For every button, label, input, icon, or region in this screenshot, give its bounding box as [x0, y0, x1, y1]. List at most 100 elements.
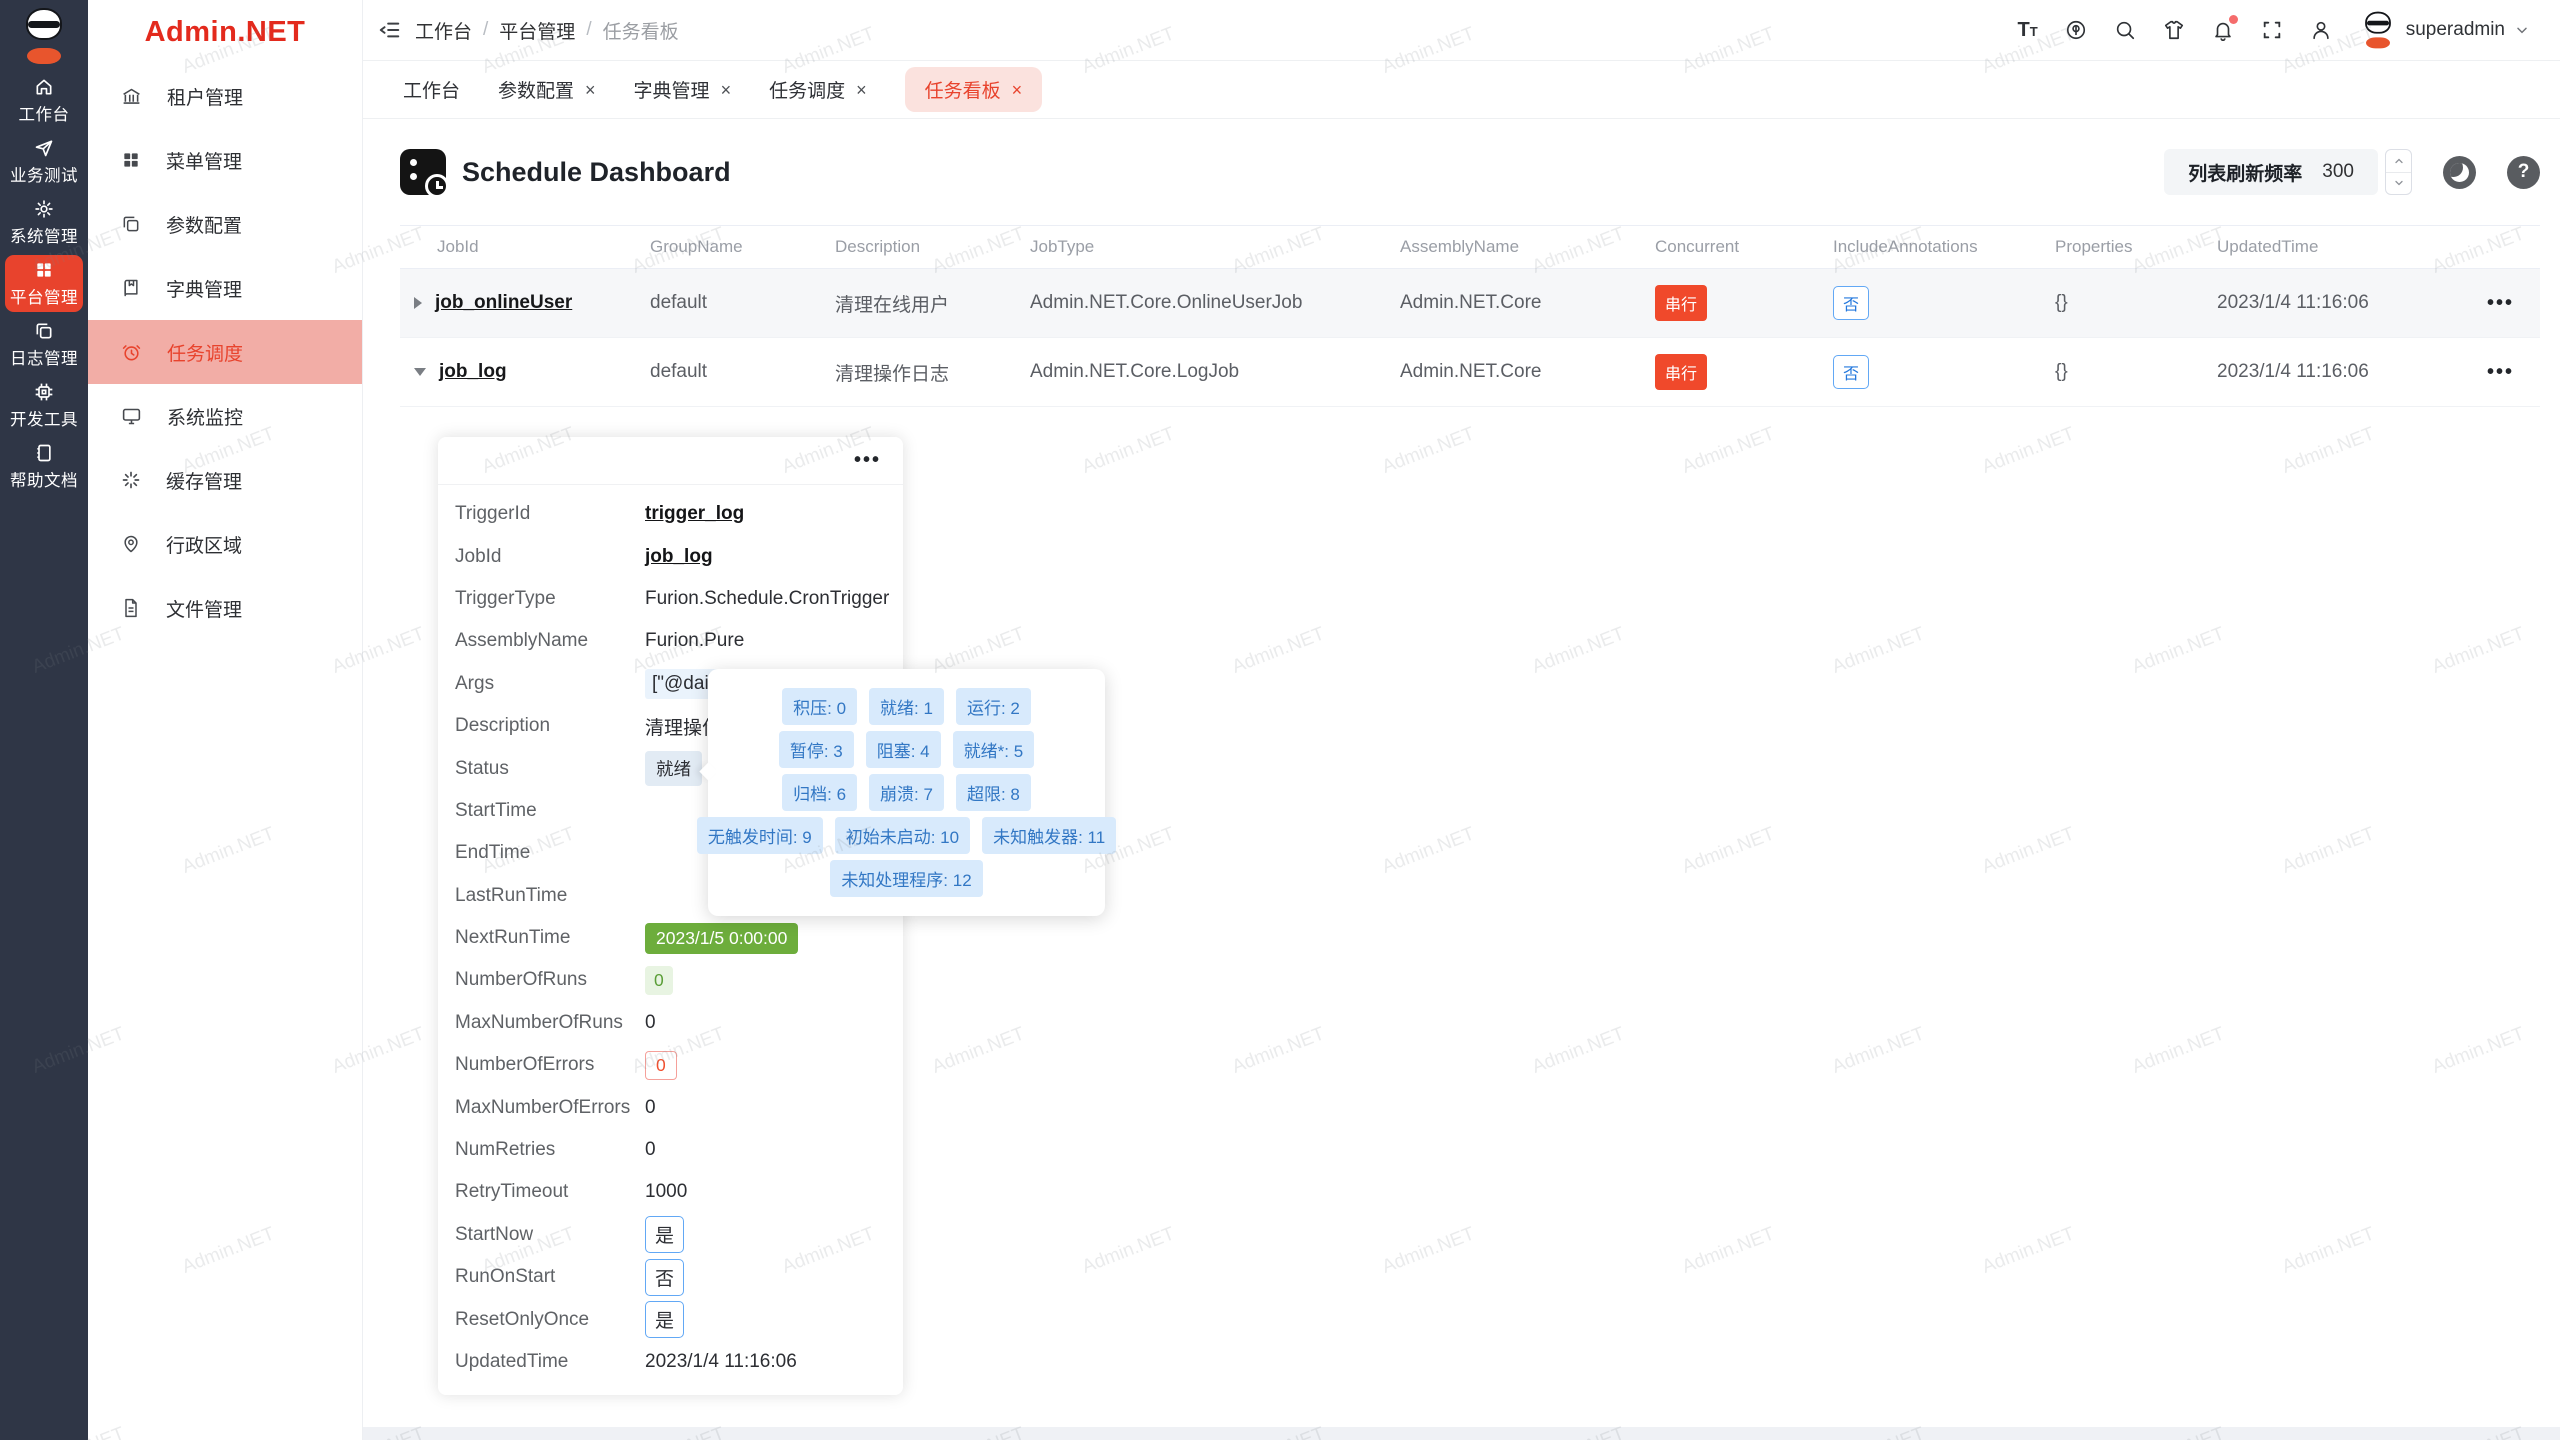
stepper-down-icon[interactable] — [2386, 172, 2411, 195]
copy-docs-icon — [121, 214, 141, 234]
table-row: job_log default 清理操作日志 Admin.NET.Core.Lo… — [400, 338, 2540, 407]
menu-item-param-config[interactable]: 参数配置 — [88, 192, 362, 256]
username: superadmin — [2406, 19, 2505, 41]
notification-bell-icon[interactable] — [2212, 19, 2234, 41]
menu-item-dict-mgmt[interactable]: 字典管理 — [88, 256, 362, 320]
notebook-icon — [121, 278, 141, 298]
refresh-rate-input[interactable]: 列表刷新频率 300 — [2164, 149, 2378, 195]
cell-properties: {} — [2055, 361, 2217, 383]
card-more-icon[interactable]: ••• — [854, 449, 881, 472]
menu-item-task-schedule[interactable]: 任务调度 — [88, 320, 362, 384]
cell-group: default — [650, 292, 835, 314]
close-icon[interactable]: × — [721, 81, 732, 99]
horizontal-scrollbar-track[interactable] — [363, 1427, 2560, 1440]
sidebar-item-business-test[interactable]: 业务测试 — [5, 133, 83, 190]
col-header: Properties — [2055, 237, 2217, 257]
job-link[interactable]: job_onlineUser — [435, 292, 572, 314]
breadcrumb: 工作台 / 平台管理 / 任务看板 — [415, 17, 679, 44]
cpu-icon — [34, 382, 54, 402]
status-legend-badge: 阻塞: 4 — [866, 731, 941, 768]
col-header: UpdatedTime — [2217, 237, 2455, 257]
sidebar-item-logs[interactable]: 日志管理 — [5, 316, 83, 373]
mascot-logo-icon — [18, 8, 70, 64]
status-legend-badge: 无触发时间: 9 — [697, 817, 823, 854]
detail-row: MaxNumberOfRuns0 — [438, 1002, 903, 1044]
person-icon[interactable] — [2310, 19, 2332, 41]
user-menu[interactable]: superadmin — [2359, 10, 2530, 50]
include-annotations-tag: 否 — [1833, 286, 1869, 320]
language-icon[interactable] — [2065, 19, 2087, 41]
detail-row: ResetOnlyOnce是 — [438, 1298, 903, 1340]
tab-task-schedule[interactable]: 任务调度× — [769, 76, 867, 103]
breadcrumb-item[interactable]: 平台管理 — [499, 17, 575, 44]
runs-badge: 0 — [645, 966, 673, 995]
location-pin-icon — [121, 534, 141, 554]
fullscreen-icon[interactable] — [2261, 19, 2283, 41]
menu-item-cache-mgmt[interactable]: 缓存管理 — [88, 448, 362, 512]
close-icon[interactable]: × — [585, 81, 596, 99]
detail-row: NextRunTime2023/1/5 0:00:00 — [438, 917, 903, 959]
next-run-badge: 2023/1/5 0:00:00 — [645, 923, 798, 954]
row-more-icon[interactable]: ••• — [2487, 361, 2514, 383]
menu-fold-icon[interactable] — [373, 13, 407, 47]
cell-assembly: Admin.NET.Core — [1400, 361, 1655, 383]
detail-row: AssemblyNameFurion.Pure — [438, 620, 903, 662]
tab-task-dashboard[interactable]: 任务看板× — [905, 67, 1043, 112]
status-legend-badge: 归档: 6 — [782, 774, 857, 811]
detail-row: NumRetries0 — [438, 1129, 903, 1171]
row-more-icon[interactable]: ••• — [2487, 292, 2514, 314]
cell-updated: 2023/1/4 11:16:06 — [2217, 361, 2455, 383]
menu-item-file-mgmt[interactable]: 文件管理 — [88, 576, 362, 640]
status-legend-badge: 就绪: 1 — [869, 688, 944, 725]
theme-shirt-icon[interactable] — [2163, 19, 2185, 41]
breadcrumb-separator: / — [586, 19, 591, 41]
trigger-link[interactable]: trigger_log — [645, 503, 744, 525]
menu-item-label: 系统监控 — [167, 403, 243, 430]
help-icon[interactable]: ? — [2507, 156, 2540, 189]
expand-icon[interactable] — [414, 297, 422, 309]
job-link[interactable]: job_log — [645, 546, 713, 568]
detail-row: StartNow是 — [438, 1214, 903, 1256]
menu-item-sys-monitor[interactable]: 系统监控 — [88, 384, 362, 448]
topbar: 工作台 / 平台管理 / 任务看板 TT superadmin — [363, 0, 2560, 61]
book-icon — [34, 443, 54, 463]
menu-item-admin-region[interactable]: 行政区域 — [88, 512, 362, 576]
sidebar-item-platform[interactable]: 平台管理 — [5, 255, 83, 312]
tab-workbench[interactable]: 工作台 — [403, 76, 460, 103]
menu-item-label: 文件管理 — [166, 595, 242, 622]
breadcrumb-item[interactable]: 工作台 — [415, 17, 472, 44]
detail-row: RunOnStart否 — [438, 1256, 903, 1298]
job-link[interactable]: job_log — [439, 361, 507, 383]
app-root: 工作台 业务测试 系统管理 平台管理 日志管理 开发工具 帮助文档 Admin.… — [0, 0, 2560, 1440]
close-icon[interactable]: × — [1012, 81, 1023, 99]
sidebar-item-devtools[interactable]: 开发工具 — [5, 377, 83, 434]
bank-icon — [121, 86, 142, 107]
table-header-row: JobId GroupName Description JobType Asse… — [400, 225, 2540, 269]
menu-item-tenant[interactable]: 租户管理 — [88, 64, 362, 128]
sidebar-item-label: 业务测试 — [10, 162, 78, 186]
sidebar-item-workbench[interactable]: 工作台 — [5, 72, 83, 129]
notification-badge — [2229, 15, 2238, 24]
breadcrumb-separator: / — [483, 19, 488, 41]
close-icon[interactable]: × — [856, 81, 867, 99]
menu-item-menu-mgmt[interactable]: 菜单管理 — [88, 128, 362, 192]
sidebar-item-help-docs[interactable]: 帮助文档 — [5, 438, 83, 495]
font-size-icon[interactable]: TT — [2018, 20, 2038, 40]
search-icon[interactable] — [2114, 19, 2136, 41]
status-badge[interactable]: 就绪 — [645, 751, 702, 786]
app-logo[interactable] — [18, 8, 70, 64]
cell-jobtype: Admin.NET.Core.LogJob — [1030, 361, 1400, 383]
tab-param-config[interactable]: 参数配置× — [498, 76, 596, 103]
col-header: Description — [835, 237, 1030, 257]
timer-icon[interactable] — [2443, 156, 2476, 189]
page-header: Schedule Dashboard 列表刷新频率 300 ? — [363, 119, 2560, 225]
stepper-up-icon[interactable] — [2386, 150, 2411, 172]
menu-item-label: 菜单管理 — [166, 147, 242, 174]
tab-dict-mgmt[interactable]: 字典管理× — [634, 76, 732, 103]
cell-group: default — [650, 361, 835, 383]
collapse-icon[interactable] — [414, 368, 426, 376]
detail-row: TriggerTypeFurion.Schedule.CronTrigger — [438, 578, 903, 620]
menu-item-label: 字典管理 — [166, 275, 242, 302]
sidebar-item-system[interactable]: 系统管理 — [5, 194, 83, 251]
table-row: job_onlineUser default 清理在线用户 Admin.NET.… — [400, 269, 2540, 338]
